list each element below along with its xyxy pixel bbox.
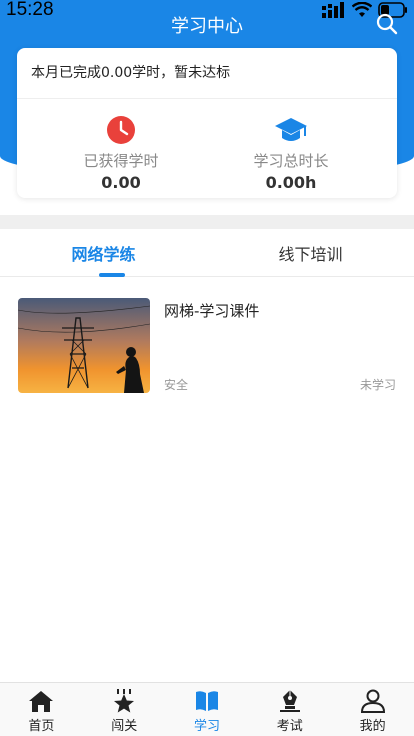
nav-study-label: 学习 — [193, 719, 220, 734]
nav-challenge-label: 闯关 — [111, 719, 138, 734]
nav-exam[interactable]: 考试 — [248, 683, 331, 736]
nav-exam-label: 考试 — [276, 719, 303, 734]
search-icon[interactable] — [376, 13, 398, 35]
bottom-navigation: 首页 闯关 学习 考试 我的 — [0, 682, 414, 736]
earned-hours-label: 已获得学时 — [83, 152, 159, 170]
total-duration-stat: 学习总时长 0.00h — [211, 114, 371, 192]
course-category: 安全 — [164, 378, 189, 392]
card-divider — [17, 98, 397, 99]
page-title: 学习中心 — [171, 16, 243, 37]
nav-profile-label: 我的 — [359, 719, 386, 734]
monthly-progress-text: 本月已完成0.00学时，暂未达标 — [31, 65, 231, 81]
home-icon — [29, 691, 54, 712]
earned-hours-stat: 已获得学时 0.00 — [41, 114, 201, 192]
active-tab-indicator — [99, 273, 125, 277]
nav-challenge[interactable]: 闯关 — [83, 683, 166, 736]
total-duration-label: 学习总时长 — [253, 152, 329, 170]
nav-study[interactable]: 学习 — [166, 683, 249, 736]
star-badge-icon — [114, 689, 135, 713]
book-icon — [195, 691, 218, 711]
tab-offline-training[interactable]: 线下培训 — [207, 241, 414, 265]
user-icon — [360, 689, 385, 713]
section-separator — [0, 215, 414, 229]
nav-profile[interactable]: 我的 — [331, 683, 414, 736]
tab-online-training[interactable]: 网络学练 — [0, 241, 207, 265]
study-summary-card: 本月已完成0.00学时，暂未达标 已获得学时 0.00 学习总时长 0.00h — [17, 48, 397, 198]
tab-bar: 网络学练 线下培训 — [0, 229, 414, 277]
graduation-cap-icon — [275, 118, 307, 141]
nav-home[interactable]: 首页 — [0, 683, 83, 736]
earned-hours-value: 0.00 — [101, 173, 141, 192]
nav-home-label: 首页 — [28, 719, 55, 734]
clock-icon — [107, 116, 135, 144]
course-list-item[interactable]: 网梯-学习课件 安全 未学习 — [18, 298, 398, 394]
total-duration-value: 0.00h — [265, 173, 317, 192]
course-thumbnail — [18, 298, 150, 393]
course-title: 网梯-学习课件 — [164, 302, 260, 320]
pen-icon — [279, 690, 300, 712]
course-status: 未学习 — [359, 378, 396, 392]
